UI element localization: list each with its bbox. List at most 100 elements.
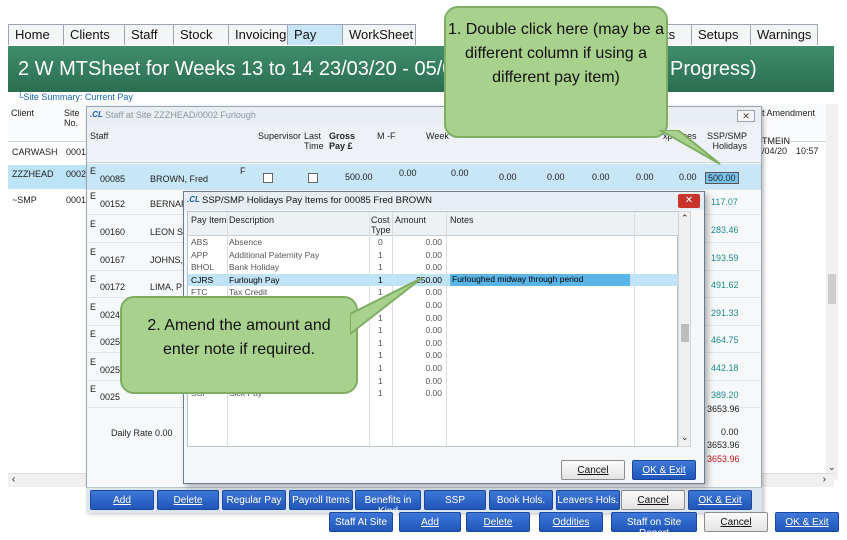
ssp-holidays-value[interactable]: 193.59 [711,253,739,263]
footer-button-cancel[interactable]: Cancel [704,512,768,532]
site-row-selected[interactable]: ZZZHEAD 0002 [8,165,86,189]
amount-value[interactable]: 0.00 [406,237,442,247]
ssp-holidays-value[interactable]: 491.62 [711,280,739,290]
panel-button-add[interactable]: Add [90,490,154,510]
main-vertical-scrollbar[interactable]: ⌄ [826,104,838,480]
instruction-callout-1: 1. Double click here (may be a different… [444,6,668,138]
panel-button-payroll-items[interactable]: Payroll Items [289,490,353,510]
footer-button-add[interactable]: Add [399,512,461,532]
cost-type: 1 [378,350,383,361]
panel-button-leavers-hols[interactable]: Leavers Hols. [556,490,620,510]
staff-name: LIMA, P [150,282,183,292]
staff-id: 0025 [100,392,121,402]
ssp-holidays-value[interactable]: 283.46 [711,225,739,235]
amount-value[interactable]: 0.00 [406,262,442,272]
panel-button-benefits-in-kind[interactable]: Benefits in Kind [355,490,421,517]
ssp-holidays-value[interactable]: 389.20 [711,390,739,400]
close-icon[interactable]: ✕ [737,110,755,122]
callout-pointer [657,130,721,165]
staff-id: 00085 [100,174,126,184]
dialog-ok-exit-button[interactable]: OK & Exit [632,460,696,480]
menu-tab-home[interactable]: Home [8,24,64,45]
cost-type-header: Cost Type [371,215,391,235]
panel-button-ssp[interactable]: SSP [424,490,486,510]
menu-tab-setups[interactable]: Setups [691,24,751,45]
staff-type: E [90,166,97,176]
description-header: Description [229,215,275,225]
last-time-header: Last Time [304,131,324,151]
app-logo-icon: .CL [187,195,200,204]
panel-button-book-hols[interactable]: Book Hols. [489,490,553,510]
gross-pay-value: 500.00 [345,172,373,182]
staff-type: E [90,219,97,229]
pay-item-row[interactable]: BHOL Bank Holiday 1 0.00 [188,261,679,274]
ssp-holidays-value[interactable]: 464.75 [711,335,739,345]
pay-item-row[interactable]: ABS Absence 0 0.00 [188,236,679,249]
amount-value[interactable]: 0.00 [406,250,442,260]
chevron-right-icon[interactable]: › [823,474,826,485]
staff-type: E [90,274,97,284]
ssp-holidays-value[interactable]: 117.07 [711,197,738,207]
menu-tab-staff[interactable]: Staff [124,24,174,45]
menu-tab-pay[interactable]: Pay [287,24,343,45]
chevron-up-icon[interactable]: ⌃ [681,213,689,224]
ssp-holidays-value[interactable]: 291.33 [711,308,739,318]
pay-item-row[interactable]: APP Additional Paternity Pay 1 0.00 [188,249,679,262]
menu-tab-worksheet[interactable]: WorkSheet [342,24,416,45]
pay-value: 0.00 [399,168,417,178]
panel-button-delete[interactable]: Delete [157,490,219,510]
scroll-thumb[interactable] [681,324,689,342]
amendment-date: /04/20 [762,146,788,156]
site-row-site: 0001 [66,195,87,205]
panel-button-regular-pay[interactable]: Regular Pay [222,490,286,510]
instruction-callout-2: 2. Amend the amount and enter note if re… [120,296,358,394]
staff-type: E [90,357,97,367]
dialog-vertical-scrollbar[interactable]: ⌃ ⌄ [678,211,691,447]
supervisor-checkbox[interactable] [263,173,273,183]
pay-item-header: Pay Item [191,215,227,225]
chevron-down-icon[interactable]: ⌄ [681,432,689,443]
panel-button-cancel[interactable]: Cancel [621,490,685,510]
amount-value[interactable]: 0.00 [406,376,442,386]
menu-tab-invoicing[interactable]: Invoicing [228,24,288,45]
amendment-column-header: t Amendment [762,108,816,118]
site-row-site: 0001 [66,147,87,157]
footer-button-ok-exit[interactable]: OK & Exit [775,512,839,532]
footer-button-oddities[interactable]: Oddities [539,512,603,532]
amount-value[interactable]: 0.00 [406,350,442,360]
site-row[interactable]: CARWASH 0001 [8,143,86,167]
pay-item-row[interactable]: CJRS Furlough Pay 1 250.00 Furloughed midway… [188,273,679,287]
staff-name: BROWN, Fred [150,174,209,184]
lasttime-checkbox[interactable] [308,173,318,183]
note-input[interactable]: Furloughed midway through period [450,273,630,286]
footer-button-staff-at-site[interactable]: Staff At Site [329,512,393,532]
staff-type: E [90,247,97,257]
amount-value[interactable]: 0.00 [406,363,442,373]
chevron-left-icon[interactable]: ‹ [12,474,15,485]
panel-button-ok-exit[interactable]: OK & Exit [688,490,752,510]
footer-button-staff-on-site-report[interactable]: Staff on Site Report [611,512,697,539]
staff-id: 00152 [100,199,126,209]
amount-value[interactable]: 0.00 [406,388,442,398]
cost-type: 1 [378,375,383,386]
close-icon[interactable]: ✕ [678,194,700,208]
menu-tab-clients[interactable]: Clients [63,24,125,45]
menu-tab-stock[interactable]: Stock [173,24,229,45]
pay-item-description: Furlough Pay [229,274,280,285]
site-summary-label: └Site Summary: Current Pay [8,92,834,104]
amendment-time: 10:57 [796,146,819,156]
chevron-down-icon[interactable]: ⌄ [828,462,836,473]
scroll-thumb[interactable] [828,274,836,304]
daily-rate-label: Daily Rate [111,428,153,438]
site-row-client: CARWASH [12,147,58,157]
staff-id: 0025 [100,337,121,347]
dialog-cancel-button[interactable]: Cancel [561,460,625,480]
ssp-holidays-value[interactable]: 442.18 [711,363,739,373]
footer-button-delete[interactable]: Delete [466,512,530,532]
total-value: 3653.96 [707,454,740,464]
site-row[interactable]: ~SMP 0001 [8,191,86,215]
cost-type: 0 [378,237,383,247]
staff-name: BERNAR [150,199,188,209]
menu-tab-warnings[interactable]: Warnings [750,24,818,45]
site-row-site: 0002 [66,169,87,179]
